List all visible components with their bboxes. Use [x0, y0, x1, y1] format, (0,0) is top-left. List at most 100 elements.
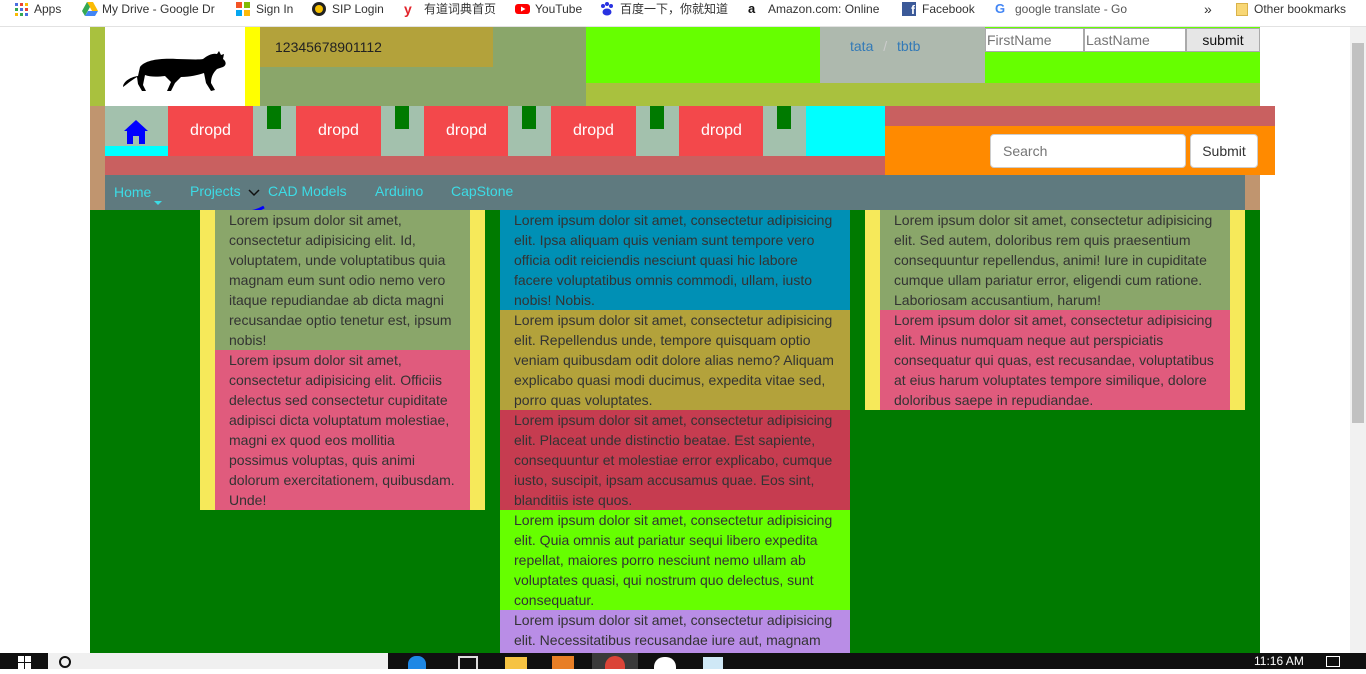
- app-icon-2[interactable]: [654, 657, 676, 669]
- bookmark-youtube[interactable]: YouTube: [515, 0, 582, 18]
- lastname-input[interactable]: [1084, 28, 1186, 52]
- scrollbar-thumb[interactable]: [1352, 43, 1364, 423]
- submit-button[interactable]: submit: [1186, 28, 1260, 52]
- bookmark-label: Sign In: [256, 2, 294, 16]
- middle-card-3: Lorem ipsum dolor sit amet, consectetur …: [500, 410, 850, 510]
- dropdown-5[interactable]: dropd: [679, 106, 764, 156]
- bookmark-label: My Drive - Google Dr: [102, 2, 215, 16]
- black-cat-logo: [123, 51, 226, 91]
- bookmark-sip-login[interactable]: SIP Login: [312, 0, 384, 18]
- menu-arduino[interactable]: Arduino: [375, 183, 423, 199]
- youdao-icon: y: [404, 1, 412, 17]
- left-card-2: Lorem ipsum dolor sit amet, consectetur …: [215, 350, 470, 510]
- clock[interactable]: 11:16 AM: [1254, 654, 1304, 668]
- menu-home[interactable]: Home: [114, 184, 151, 200]
- nav-divider-4: [636, 106, 679, 156]
- bookmark-label: Facebook: [922, 2, 975, 16]
- bookmark-sign-in[interactable]: Sign In: [236, 0, 293, 18]
- dropdown-1[interactable]: dropd: [168, 106, 253, 156]
- facebook-icon: f: [902, 2, 916, 17]
- bookmark-baidu[interactable]: 百度一下，你就知道: [600, 0, 728, 18]
- search-top-strip: [885, 106, 1275, 126]
- windows-logo-icon: [236, 2, 250, 16]
- bookmark-youdao[interactable]: y 有道词典首页: [404, 0, 496, 18]
- search-input[interactable]: [990, 134, 1186, 168]
- menu-right-tan: [1245, 175, 1260, 210]
- bookmark-label: 百度一下，你就知道: [620, 2, 729, 16]
- youtube-icon: [515, 2, 530, 16]
- google-drive-icon: [82, 2, 98, 16]
- google-g-icon: G: [995, 1, 1006, 16]
- apps-grid-icon: [14, 2, 28, 16]
- firstname-input[interactable]: [985, 28, 1084, 52]
- bookmark-label: SIP Login: [332, 2, 384, 16]
- chevron-down-icon[interactable]: [247, 185, 261, 203]
- app-icon[interactable]: [552, 656, 574, 669]
- breadcrumb-separator: /: [883, 38, 888, 54]
- bookmark-label: Apps: [34, 2, 62, 16]
- breadcrumb: tata / tbtb: [820, 27, 985, 83]
- header-left-strip: [90, 27, 105, 106]
- file-explorer-icon[interactable]: [505, 657, 527, 669]
- breadcrumb-link-tbtb[interactable]: tbtb: [897, 38, 920, 54]
- dropdown-4[interactable]: dropd: [551, 106, 636, 156]
- logo-box[interactable]: [105, 27, 245, 106]
- right-card-1: Lorem ipsum dolor sit amet, consectetur …: [880, 210, 1230, 310]
- vertical-scrollbar[interactable]: [1350, 27, 1366, 653]
- home-underline: [105, 146, 168, 156]
- start-icon[interactable]: [18, 656, 32, 674]
- nav-divider-3: [508, 106, 551, 156]
- middle-card-4: Lorem ipsum dolor sit amet, consectetur …: [500, 510, 850, 610]
- baidu-paw-icon: [600, 2, 614, 16]
- bookmark-apps[interactable]: Apps: [14, 0, 61, 18]
- left-card-1: Lorem ipsum dolor sit amet, consectetur …: [215, 210, 470, 350]
- search-submit-button[interactable]: Submit: [1190, 134, 1258, 168]
- green-marker: [522, 106, 536, 129]
- bookmark-amazon[interactable]: a Amazon.com: Online: [748, 0, 879, 18]
- green-marker: [395, 106, 409, 129]
- bookmark-my-drive[interactable]: My Drive - Google Dr: [82, 0, 215, 18]
- middle-card-5: Lorem ipsum dolor sit amet, consectetur …: [500, 610, 850, 653]
- notifications-icon[interactable]: [1326, 656, 1340, 667]
- bookmark-label: YouTube: [535, 2, 583, 16]
- menu-projects[interactable]: Projects: [190, 183, 241, 199]
- menu-capstone[interactable]: CapStone: [451, 183, 513, 199]
- bookmarks-more-label: »: [1204, 1, 1212, 17]
- bookmark-label: google translate - Go: [1015, 2, 1128, 16]
- green-marker: [267, 106, 281, 129]
- bookmark-google-translate[interactable]: G google translate - Go: [995, 0, 1127, 18]
- bookmark-label: Amazon.com: Online: [768, 2, 880, 16]
- nav-divider-5: [763, 106, 806, 156]
- cyan-block: [806, 106, 885, 156]
- green-marker: [777, 106, 791, 129]
- edge-icon[interactable]: [408, 656, 426, 669]
- menu-cad-models[interactable]: CAD Models: [268, 183, 347, 199]
- chrome-icon: [605, 656, 625, 669]
- webpage: 12345678901112 tata / tbtb submit dropd …: [0, 27, 1350, 653]
- bookmarks-bar: Apps My Drive - Google Dr Sign In SIP Lo…: [0, 0, 1366, 27]
- other-bookmarks-label: Other bookmarks: [1254, 2, 1347, 16]
- dropdown-2[interactable]: dropd: [296, 106, 381, 156]
- app-icon-3[interactable]: [703, 657, 723, 669]
- breadcrumb-link-tata[interactable]: tata: [850, 38, 873, 54]
- other-bookmarks[interactable]: Other bookmarks: [1236, 0, 1346, 18]
- sip-logo-icon: [312, 2, 326, 16]
- dropdown-3[interactable]: dropd: [424, 106, 509, 156]
- green-marker: [650, 106, 664, 129]
- home-icon-button[interactable]: [105, 106, 168, 146]
- middle-card-1: Lorem ipsum dolor sit amet, consectetur …: [500, 210, 850, 310]
- folder-icon: [1236, 2, 1248, 16]
- middle-card-2: Lorem ipsum dolor sit amet, consectetur …: [500, 310, 850, 410]
- chrome-taskbar-item[interactable]: [592, 653, 638, 669]
- right-card-2: Lorem ipsum dolor sit amet, consectetur …: [880, 310, 1230, 410]
- bookmark-facebook[interactable]: f Facebook: [902, 0, 975, 18]
- bookmarks-overflow-chevron[interactable]: »: [1204, 0, 1212, 18]
- store-icon[interactable]: [458, 656, 478, 669]
- taskbar-search-box[interactable]: [48, 653, 388, 669]
- number-text: 12345678901112: [260, 27, 493, 67]
- amazon-icon: a: [748, 1, 756, 16]
- header-olive-strip: [586, 83, 1260, 106]
- nav-divider-1: [253, 106, 296, 156]
- bookmark-label: 有道词典首页: [424, 2, 497, 16]
- nav-divider-2: [381, 106, 424, 156]
